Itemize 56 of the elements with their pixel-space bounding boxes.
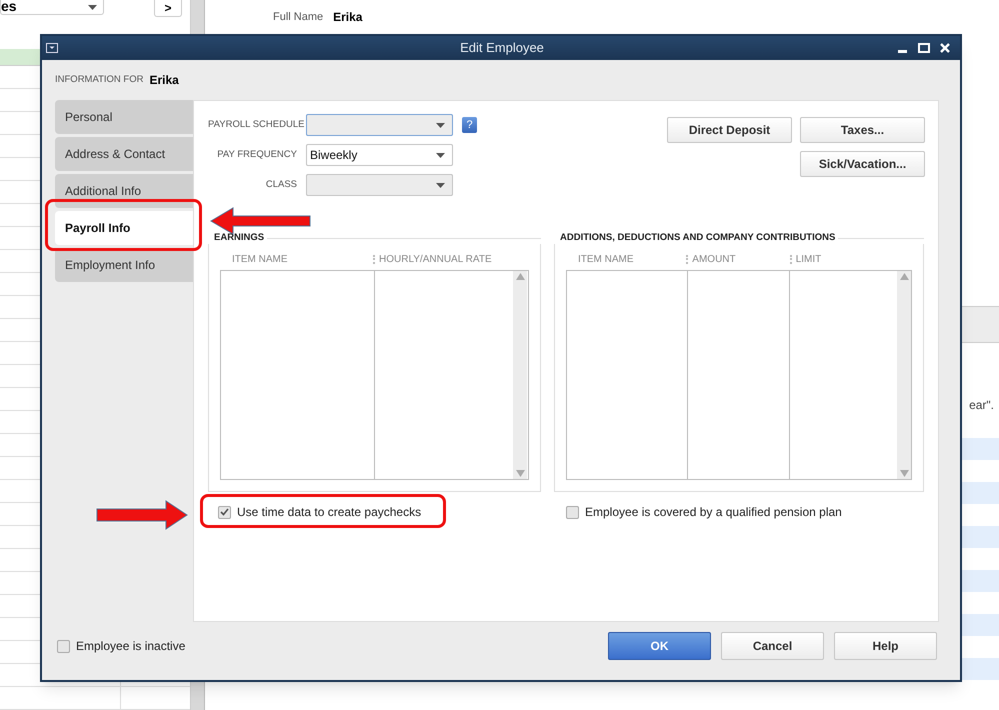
section-title: ADDITIONS, DEDUCTIONS AND COMPANY CONTRIBUTIONS xyxy=(559,230,836,245)
action-button[interactable]: Sick/Vacation... xyxy=(800,151,925,177)
action-button[interactable]: Direct Deposit xyxy=(667,117,792,143)
tab[interactable]: Payroll Info xyxy=(55,211,194,245)
column-separator[interactable] xyxy=(790,254,792,264)
tab[interactable]: Address & Contact xyxy=(55,137,193,171)
window-title: Edit Employee xyxy=(459,39,545,58)
note-text: ear". xyxy=(969,396,995,414)
scroll-up-icon[interactable] xyxy=(516,273,524,280)
checkbox-label: Use time data to create paychecks xyxy=(237,504,422,521)
field-label: PAYROLL SCHEDULE xyxy=(208,118,306,132)
dropdown-field[interactable] xyxy=(306,114,453,136)
scroll-up-icon[interactable] xyxy=(900,273,909,280)
action-button[interactable]: Taxes... xyxy=(800,117,925,143)
column-header: LIMIT xyxy=(796,252,822,266)
tab[interactable]: Employment Info xyxy=(55,248,193,282)
caret-icon xyxy=(436,122,445,128)
tab[interactable]: Personal xyxy=(55,100,193,134)
column-header: HOURLY/ANNUAL RATE xyxy=(379,252,492,266)
scrollbar[interactable] xyxy=(897,271,911,479)
dialog-button[interactable]: Cancel xyxy=(721,632,824,660)
checkbox[interactable] xyxy=(566,506,579,518)
scroll-down-icon[interactable] xyxy=(900,470,909,477)
dialog-button[interactable]: OK xyxy=(608,632,711,660)
column-separator[interactable] xyxy=(686,254,688,264)
list-row[interactable] xyxy=(0,687,190,710)
checkbox-label: Employee is covered by a qualified pension plan xyxy=(585,504,842,521)
maximize-icon[interactable] xyxy=(918,43,930,53)
checkbox[interactable] xyxy=(57,640,70,652)
menu-icon[interactable] xyxy=(46,43,58,53)
field-label: Full Name xyxy=(273,10,324,25)
dropdown-field[interactable] xyxy=(306,174,453,196)
caret-icon xyxy=(88,4,97,10)
close-icon[interactable] xyxy=(940,43,950,53)
info-label: INFORMATION FOR xyxy=(55,72,144,87)
field-label: CLASS xyxy=(264,178,298,192)
section-title: EARNINGS xyxy=(213,230,266,245)
scroll-down-icon[interactable] xyxy=(516,470,524,477)
column-header: ITEM NAME xyxy=(231,252,288,266)
filter-dropdown[interactable]: es xyxy=(0,0,104,15)
column-separator[interactable] xyxy=(373,254,375,264)
help-button[interactable]: ? xyxy=(462,117,477,133)
next-button[interactable]: > xyxy=(154,0,182,17)
dropdown-field[interactable]: Biweekly xyxy=(306,144,453,166)
column-header: AMOUNT xyxy=(692,252,736,266)
field-label: PAY FREQUENCY xyxy=(216,148,298,162)
caret-icon xyxy=(436,152,445,158)
dialog-button[interactable]: Help xyxy=(834,632,937,660)
field-value: Erika xyxy=(333,9,362,26)
checkbox-label: Employee is inactive xyxy=(76,638,186,655)
column-header: ITEM NAME xyxy=(577,252,634,266)
tab[interactable]: Additional Info xyxy=(55,174,193,208)
employee-name: Erika xyxy=(149,72,179,89)
scrollbar[interactable] xyxy=(513,271,527,479)
caret-icon xyxy=(436,182,445,188)
checkbox[interactable] xyxy=(218,506,231,518)
